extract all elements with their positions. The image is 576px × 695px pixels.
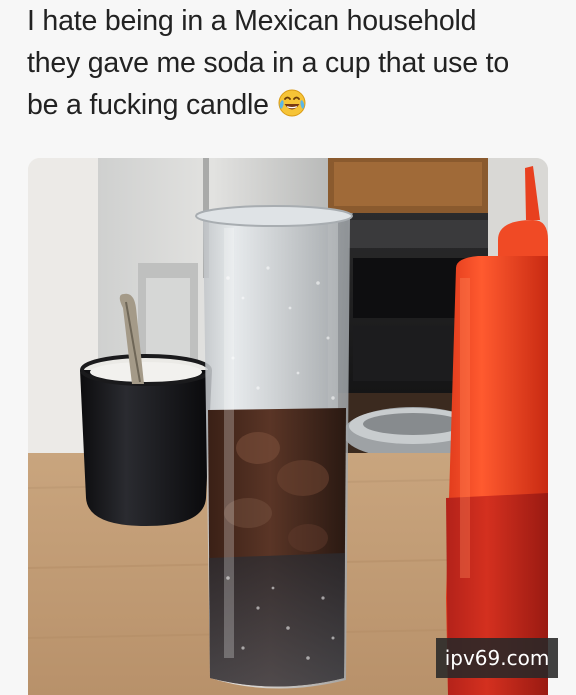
watermark-label: ipv69.com [436, 638, 558, 678]
photo-soda-in-candle-jar [28, 158, 548, 695]
caption-line-3-text: be a fucking candle [27, 89, 269, 121]
meme-caption: I hate being in a Mexican household they… [27, 0, 557, 130]
face-with-tears-of-joy-icon [277, 88, 307, 130]
caption-line-3: be a fucking candle [27, 84, 557, 130]
meme-post: I hate being in a Mexican household they… [0, 0, 576, 695]
caption-line-1: I hate being in a Mexican household [27, 5, 477, 37]
caption-line-2: they gave me soda in a cup that use to [27, 47, 509, 79]
